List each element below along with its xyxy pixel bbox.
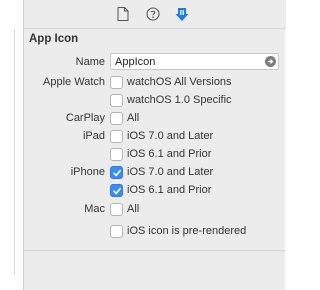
checkmark-icon: [113, 187, 121, 195]
checkbox-iphone-ios-7-later[interactable]: [110, 166, 123, 179]
row-label-apple-watch: Apple Watch: [43, 76, 105, 88]
row-label-iphone: iPhone: [70, 166, 105, 178]
checkbox-mac-all[interactable]: [110, 203, 123, 216]
checkbox-ios-icon-prerendered[interactable]: [110, 225, 123, 238]
inspector-panel: App Icon Name AppIcon Apple Watch watchO…: [23, 0, 286, 290]
checkmark-icon: [113, 169, 121, 177]
attributes-inspector-icon[interactable]: [174, 6, 190, 22]
row-label-mac: Mac: [84, 203, 105, 215]
name-value: AppIcon: [115, 56, 156, 68]
inspector-toolbar: [24, 0, 286, 29]
checkbox-label[interactable]: watchOS All Versions: [127, 75, 232, 89]
row-label-ipad: iPad: [82, 130, 105, 142]
section-divider: [24, 250, 286, 251]
checkbox-label[interactable]: iOS 6.1 and Prior: [127, 147, 211, 161]
name-label: Name: [75, 56, 105, 68]
file-inspector-icon[interactable]: [115, 6, 131, 22]
checkbox-label[interactable]: All: [127, 202, 139, 216]
checkbox-ipad-ios-7-later[interactable]: [110, 130, 123, 143]
name-field[interactable]: AppIcon: [110, 53, 279, 70]
row-label-carplay: CarPlay: [65, 112, 105, 124]
checkbox-carplay-all[interactable]: [110, 112, 123, 125]
checkbox-label-prerendered[interactable]: iOS icon is pre-rendered: [127, 224, 246, 238]
checkbox-iphone-ios-6-1-prior[interactable]: [110, 184, 123, 197]
checkbox-label[interactable]: iOS 7.0 and Later: [127, 129, 213, 143]
checkbox-label[interactable]: iOS 6.1 and Prior: [127, 183, 211, 197]
editor-canvas-edge: [0, 0, 23, 290]
checkbox-ipad-ios-6-1-prior[interactable]: [110, 148, 123, 161]
quick-help-icon[interactable]: [145, 6, 161, 22]
checkbox-label[interactable]: All: [127, 111, 139, 125]
checkbox-label[interactable]: iOS 7.0 and Later: [127, 165, 213, 179]
section-title-app-icon: App Icon: [29, 33, 79, 45]
checkbox-watchos-1-0-specific[interactable]: [110, 94, 123, 107]
arrow-right-icon[interactable]: [265, 56, 276, 67]
checkbox-watchos-all-versions[interactable]: [110, 76, 123, 89]
checkbox-label[interactable]: watchOS 1.0 Specific: [127, 93, 232, 107]
